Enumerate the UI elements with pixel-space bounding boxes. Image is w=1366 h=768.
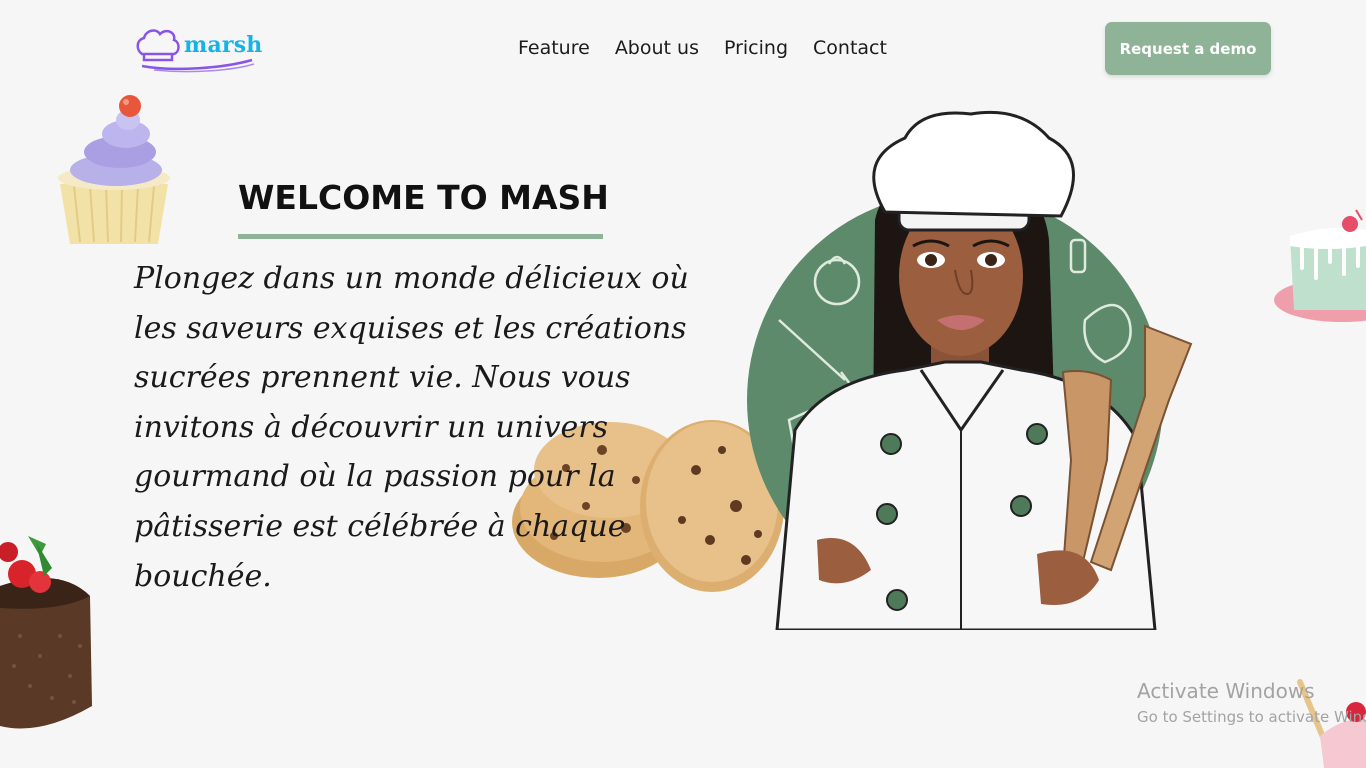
hero-intro-text: Plongez dans un monde délicieux où les s… xyxy=(134,261,689,594)
nav-about-us[interactable]: About us xyxy=(615,36,699,60)
main-nav: Feature About us Pricing Contact xyxy=(518,36,887,60)
nav-pricing[interactable]: Pricing xyxy=(724,36,788,60)
logo-text: marsh xyxy=(184,32,263,58)
brand-logo[interactable]: marsh xyxy=(134,24,262,74)
nav-feature[interactable]: Feature xyxy=(518,36,590,60)
request-demo-button[interactable]: Request a demo xyxy=(1105,22,1271,75)
pastel-cake-illustration xyxy=(1274,209,1366,322)
nav-contact[interactable]: Contact xyxy=(813,36,887,60)
title-underline xyxy=(238,234,603,239)
hero-title: WELCOME TO MASH xyxy=(238,178,609,217)
activation-watermark-title: Activate Windows xyxy=(1137,679,1315,703)
cupcake-illustration xyxy=(58,95,170,244)
chocolate-cake-illustration xyxy=(0,536,92,729)
chef-illustration xyxy=(747,110,1193,630)
activation-watermark-subtitle: Go to Settings to activate Windows. xyxy=(1137,708,1366,726)
